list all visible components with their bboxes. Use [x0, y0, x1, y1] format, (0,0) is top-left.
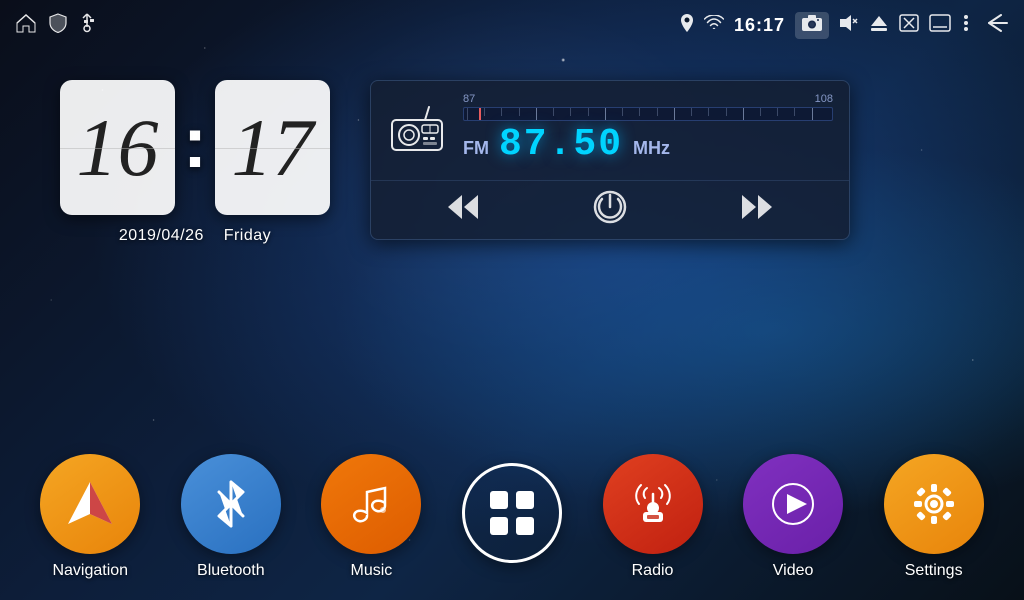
bluetooth-icon: [205, 478, 257, 530]
radio-main-freq: FM 87.50 MHz: [463, 121, 833, 172]
radio-icon-circle: [603, 454, 703, 554]
clock-hour: 16: [77, 107, 159, 189]
clock-minute-block: 17: [215, 80, 330, 215]
minimize-icon[interactable]: [929, 14, 951, 37]
usb-icon: [79, 13, 95, 38]
video-label: Video: [773, 562, 814, 580]
clock-minute: 17: [231, 107, 313, 189]
clock-colon: :: [183, 102, 207, 184]
video-icon: [767, 478, 819, 530]
apps-row: Navigation Bluetooth Music: [0, 444, 1024, 600]
radio-frequency: 87.50: [499, 123, 623, 166]
radio-widget: 87 108: [370, 80, 850, 240]
location-icon: [680, 13, 694, 38]
clock-digits: 16 : 17: [60, 80, 330, 215]
app-home[interactable]: [462, 463, 562, 571]
music-label: Music: [351, 562, 393, 580]
radio-icon: [627, 478, 679, 530]
shield-icon: [49, 13, 67, 38]
bluetooth-icon-circle: [181, 454, 281, 554]
volume-icon[interactable]: [839, 14, 859, 37]
clock-widget: 16 : 17 2019/04/26 Friday: [60, 80, 330, 245]
app-radio[interactable]: Radio: [603, 454, 703, 580]
freq-scale-min: 87: [463, 93, 475, 105]
settings-icon: [908, 478, 960, 530]
main-content: 16 : 17 2019/04/26 Friday: [0, 50, 1024, 600]
freq-scale: 87 108: [463, 93, 833, 117]
radio-icon-wrap: [387, 105, 447, 160]
home-icon: [15, 13, 37, 38]
radio-label: Radio: [632, 562, 674, 580]
more-icon[interactable]: [961, 13, 971, 38]
radio-top: 87 108: [371, 81, 849, 180]
clock-date-day: 2019/04/26 Friday: [119, 227, 271, 245]
status-left-icons: [15, 13, 95, 38]
app-video[interactable]: Video: [743, 454, 843, 580]
radio-device-icon: [387, 105, 447, 155]
app-bluetooth[interactable]: Bluetooth: [181, 454, 281, 580]
freq-scale-max: 108: [815, 93, 833, 105]
radio-band-label: FM: [463, 138, 489, 159]
status-bar: 16:17: [0, 0, 1024, 50]
radio-unit-label: MHz: [633, 138, 670, 159]
app-navigation[interactable]: Navigation: [40, 454, 140, 580]
app-music[interactable]: Music: [321, 454, 421, 580]
music-icon-circle: [321, 454, 421, 554]
home-icon-circle: [462, 463, 562, 563]
app-settings[interactable]: Settings: [884, 454, 984, 580]
eject-icon[interactable]: [869, 14, 889, 37]
widgets-row: 16 : 17 2019/04/26 Friday: [0, 50, 1024, 444]
radio-freq-display: 87 108: [463, 93, 833, 172]
settings-icon-circle: [884, 454, 984, 554]
radio-prev-button[interactable]: [446, 193, 482, 221]
video-icon-circle: [743, 454, 843, 554]
status-time: 16:17: [734, 15, 785, 36]
status-right-icons: 16:17: [680, 12, 1009, 39]
settings-label: Settings: [905, 562, 963, 580]
music-icon: [345, 478, 397, 530]
back-icon[interactable]: [981, 13, 1009, 38]
radio-next-button[interactable]: [738, 193, 774, 221]
radio-power-button[interactable]: [592, 189, 628, 225]
close-icon[interactable]: [899, 14, 919, 37]
clock-date: 2019/04/26: [119, 227, 204, 244]
camera-icon[interactable]: [795, 12, 829, 39]
navigation-label: Navigation: [52, 562, 128, 580]
wifi-icon: [704, 15, 724, 36]
navigation-icon: [64, 478, 116, 530]
clock-hour-block: 16: [60, 80, 175, 215]
bluetooth-label: Bluetooth: [197, 562, 265, 580]
home-grid-icon: [484, 485, 540, 541]
radio-controls: [371, 180, 849, 239]
navigation-icon-circle: [40, 454, 140, 554]
clock-day: Friday: [224, 227, 271, 244]
